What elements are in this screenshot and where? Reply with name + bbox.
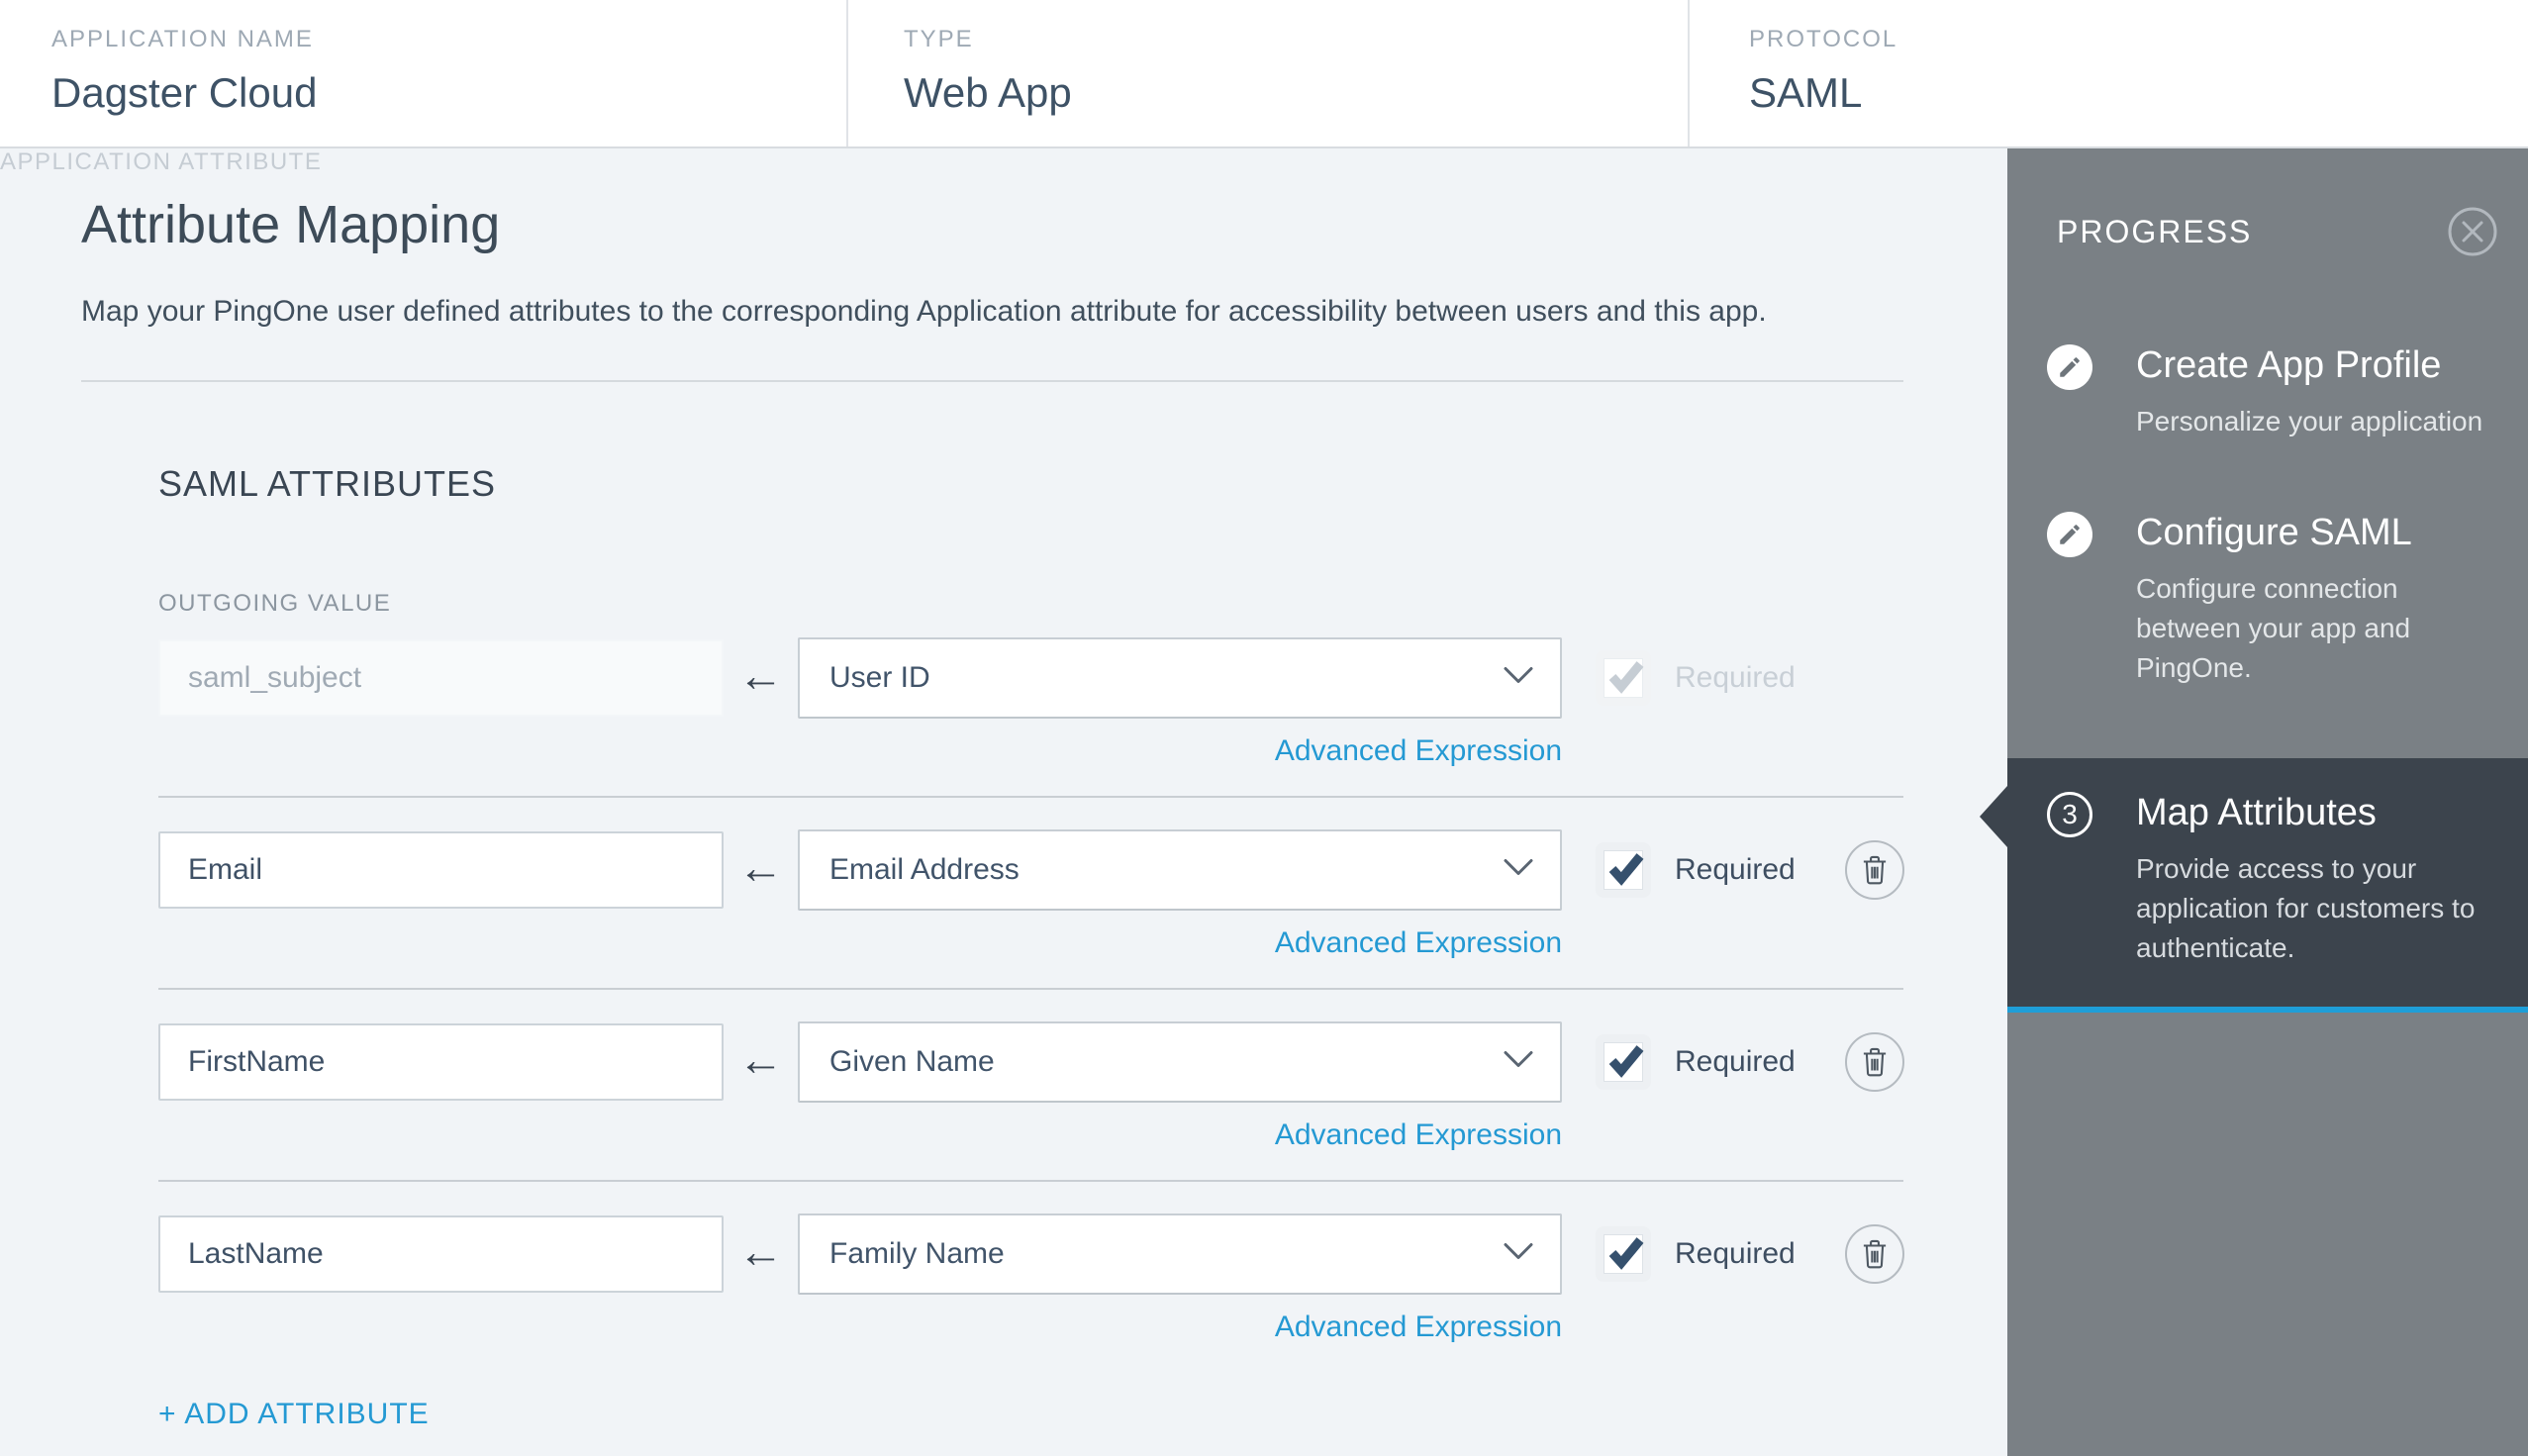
- required-label: Required: [1675, 853, 1796, 886]
- step-description: Provide access to your application for c…: [2136, 853, 2476, 963]
- delete-attribute-button[interactable]: [1845, 1032, 1904, 1092]
- app-summary-header: APPLICATION NAME Dagster Cloud TYPE Web …: [0, 0, 2528, 148]
- type-label: TYPE: [904, 26, 974, 52]
- left-arrow-icon: ←: [737, 649, 784, 701]
- advanced-expression-link[interactable]: Advanced Expression: [1275, 1118, 1562, 1151]
- advanced-expression-link[interactable]: Advanced Expression: [1275, 926, 1562, 959]
- progress-steps: Create App Profile Personalize your appl…: [1980, 344, 2528, 1014]
- close-icon[interactable]: [2447, 206, 2498, 257]
- outgoing-value-select[interactable]: User ID: [798, 637, 1562, 719]
- delete-attribute-button[interactable]: [1845, 840, 1904, 900]
- outgoing-value-selected: Family Name: [829, 1237, 1005, 1270]
- check-icon: [1608, 1237, 1644, 1270]
- required-label: Required: [1675, 1237, 1796, 1270]
- trash-icon: [1863, 1239, 1887, 1269]
- step-text: Create App Profile Personalize your appl…: [2136, 344, 2488, 440]
- pencil-icon: [2047, 344, 2092, 390]
- step-title: Configure SAML: [2136, 512, 2412, 554]
- chevron-down-icon: [1503, 858, 1534, 883]
- pingone-app-wizard: APPLICATION NAME Dagster Cloud TYPE Web …: [0, 0, 2528, 1456]
- application-attribute-column-header: APPLICATION ATTRIBUTE: [0, 148, 323, 175]
- check-icon: [1608, 853, 1644, 886]
- advanced-expression-link[interactable]: Advanced Expression: [1275, 1310, 1562, 1343]
- outgoing-value-selected: Given Name: [829, 1045, 995, 1078]
- header-field-type: TYPE Web App: [846, 0, 1688, 146]
- required-label: Required: [1675, 661, 1796, 694]
- outgoing-value-selected: Email Address: [829, 853, 1020, 886]
- required-checkbox[interactable]: [1596, 842, 1651, 898]
- header-field-application-name: APPLICATION NAME Dagster Cloud: [0, 0, 846, 146]
- step-text: Map Attributes Provide access to your ap…: [2136, 792, 2488, 967]
- progress-header: PROGRESS: [2007, 148, 2528, 257]
- application-name-value: Dagster Cloud: [51, 69, 318, 116]
- required-checkbox[interactable]: [1596, 1226, 1651, 1282]
- protocol-label: PROTOCOL: [1749, 26, 1898, 52]
- step-description: Configure connection between your app an…: [2136, 573, 2411, 683]
- header-field-protocol: PROTOCOL SAML: [1688, 0, 2528, 146]
- chevron-down-icon: [1503, 1050, 1534, 1075]
- outgoing-value-selected: User ID: [829, 661, 930, 694]
- outgoing-value-select[interactable]: Family Name: [798, 1213, 1562, 1295]
- outgoing-value-select[interactable]: Given Name: [798, 1021, 1562, 1103]
- progress-step[interactable]: 3 Map Attributes Provide access to your …: [1980, 758, 2528, 1014]
- left-arrow-icon: ←: [737, 1033, 784, 1085]
- required-checkbox: [1596, 650, 1651, 706]
- delete-attribute-button[interactable]: [1845, 1224, 1904, 1284]
- column-headers: APPLICATION ATTRIBUTE OUTGOING VALUE: [0, 148, 2007, 618]
- outgoing-value-select[interactable]: Email Address: [798, 829, 1562, 911]
- saml-attributes-section: SAML ATTRIBUTES APPLICATION ATTRIBUTE OU…: [0, 148, 2007, 1431]
- type-value: Web App: [904, 69, 1072, 116]
- attribute-mapping-panel: Attribute Mapping Map your PingOne user …: [0, 148, 2007, 1456]
- step-description: Personalize your application: [2136, 405, 2483, 437]
- application-name-label: APPLICATION NAME: [51, 26, 314, 52]
- progress-sidebar: PROGRESS Create App Profile Personalize …: [1980, 148, 2528, 1456]
- step-title: Map Attributes: [2136, 792, 2377, 834]
- pencil-icon: [2047, 512, 2092, 558]
- left-arrow-icon: ←: [737, 1225, 784, 1277]
- step-number-badge: 3: [2047, 792, 2092, 838]
- check-icon: [1608, 661, 1644, 694]
- trash-icon: [1863, 1047, 1887, 1077]
- chevron-down-icon: [1503, 1242, 1534, 1267]
- left-arrow-icon: ←: [737, 841, 784, 893]
- progress-step[interactable]: Create App Profile Personalize your appl…: [2007, 344, 2528, 440]
- required-label: Required: [1675, 1045, 1796, 1078]
- progress-title: PROGRESS: [2057, 213, 2253, 249]
- progress-step[interactable]: Configure SAML Configure connection betw…: [2007, 512, 2528, 687]
- required-checkbox[interactable]: [1596, 1034, 1651, 1090]
- check-icon: [1608, 1045, 1644, 1078]
- step-text: Configure SAML Configure connection betw…: [2136, 512, 2488, 687]
- chevron-down-icon: [1503, 666, 1534, 691]
- step-title: Create App Profile: [2136, 344, 2442, 386]
- advanced-expression-link[interactable]: Advanced Expression: [1275, 734, 1562, 767]
- protocol-value: SAML: [1749, 69, 1863, 116]
- trash-icon: [1863, 855, 1887, 885]
- step-number: 3: [2062, 799, 2078, 830]
